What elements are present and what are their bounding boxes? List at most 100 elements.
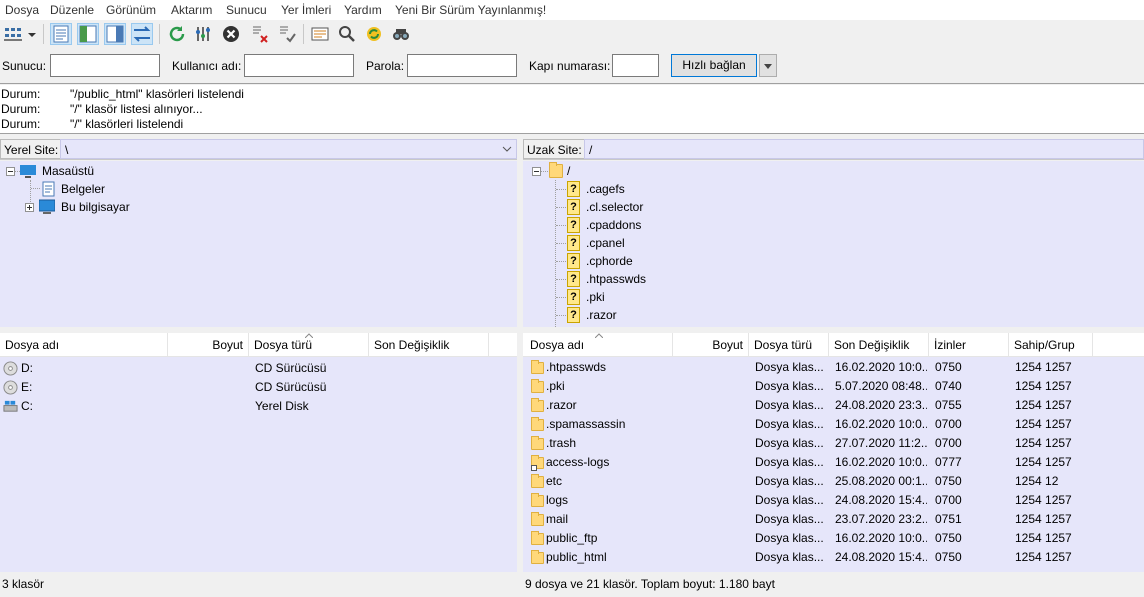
menu-bookmarks[interactable]: Yer İmleri <box>281 3 331 17</box>
port-input[interactable] <box>612 54 659 77</box>
tree-line <box>556 243 566 244</box>
table-row[interactable]: public_html Dosya klas... 24.08.2020 15:4.… <box>523 548 1144 567</box>
search-icon[interactable] <box>390 23 412 45</box>
folder-icon <box>549 162 563 178</box>
menu-new-version[interactable]: Yeni Bir Sürüm Yayınlanmış! <box>395 3 546 17</box>
cell-owner-group: 1254 1257 <box>1015 360 1072 374</box>
message-log: Durum: "/public_html" klasörleri listele… <box>0 85 1144 134</box>
local-file-list: D: CD Sürücüsü E: CD Sürücüsü C: Yerel Disk <box>0 357 517 572</box>
cell-modified: 24.08.2020 15:4... <box>835 493 927 507</box>
expand-toggle[interactable] <box>25 203 34 212</box>
cell-filetype: Dosya klas... <box>755 436 824 450</box>
tree-item-label: .cphorde <box>586 254 633 268</box>
column-modified[interactable]: Son Değişiklik <box>369 333 489 357</box>
table-row[interactable]: E: CD Sürücüsü <box>0 378 517 397</box>
unknown-folder-icon: ? <box>567 199 580 215</box>
local-tree: Masaüstü Belgeler Bu bilgisayar <box>0 161 517 327</box>
cell-permissions: 0755 <box>935 398 962 412</box>
cancel-icon[interactable] <box>220 23 242 45</box>
host-input[interactable] <box>50 54 160 77</box>
toggle-log-icon[interactable] <box>50 23 72 45</box>
column-owner-group[interactable]: Sahip/Grup <box>1009 333 1093 357</box>
column-size[interactable]: Boyut <box>168 333 249 357</box>
table-row[interactable]: public_ftp Dosya klas... 16.02.2020 10:0..… <box>523 529 1144 548</box>
sync-browse-icon[interactable] <box>363 23 385 45</box>
menu-file[interactable]: Dosya <box>5 3 39 17</box>
cell-filename: access-logs <box>546 455 610 469</box>
table-row[interactable]: access-logs Dosya klas... 16.02.2020 10:0.… <box>523 453 1144 472</box>
chevron-down-icon[interactable] <box>502 146 512 152</box>
tree-line <box>556 261 566 262</box>
column-permissions[interactable]: İzinler <box>929 333 1009 357</box>
local-site-bar: Yerel Site: \ <box>0 138 517 160</box>
tree-item-label: .pki <box>586 290 605 304</box>
column-modified[interactable]: Son Değişiklik <box>829 333 929 357</box>
table-row[interactable]: .razor Dosya klas... 24.08.2020 23:3... 075… <box>523 396 1144 415</box>
process-queue-icon[interactable] <box>193 23 215 45</box>
table-row[interactable]: D: CD Sürücüsü <box>0 359 517 378</box>
cell-filetype: Dosya klas... <box>755 417 824 431</box>
cell-modified <box>375 378 487 397</box>
column-filetype[interactable]: Dosya türü <box>749 333 829 357</box>
table-row[interactable]: logs Dosya klas... 24.08.2020 15:4... 0700 1… <box>523 491 1144 510</box>
menu-view[interactable]: Görünüm <box>106 3 156 17</box>
host-label: Sunucu: <box>2 59 47 73</box>
compare-icon[interactable] <box>336 23 358 45</box>
tree-item-label: .cl.selector <box>586 200 644 214</box>
menu-edit[interactable]: Düzenle <box>50 3 94 17</box>
refresh-icon[interactable] <box>166 23 188 45</box>
table-row[interactable]: .spamassassin Dosya klas... 16.02.2020 10:… <box>523 415 1144 434</box>
tree-item-label: .htpasswds <box>586 272 647 286</box>
column-size[interactable]: Boyut <box>673 333 749 357</box>
local-path-input[interactable]: \ <box>60 139 517 159</box>
cell-modified: 27.07.2020 11:2... <box>835 436 927 450</box>
quickconnect-dropdown-icon[interactable] <box>759 54 777 77</box>
cell-filename: mail <box>546 512 569 526</box>
folder-icon <box>531 493 544 507</box>
tree-line <box>556 189 566 190</box>
dropdown-arrow-icon[interactable] <box>25 23 39 45</box>
toggle-local-tree-icon[interactable] <box>77 23 99 45</box>
remote-path-input[interactable]: / <box>584 139 1144 159</box>
collapse-toggle[interactable] <box>6 167 15 176</box>
table-row[interactable]: mail Dosya klas... 23.07.2020 23:2... 0751 1… <box>523 510 1144 529</box>
cell-modified: 16.02.2020 10:0... <box>835 455 927 469</box>
log-key: Durum: <box>1 102 41 116</box>
menu-transfer[interactable]: Aktarım <box>171 3 212 17</box>
cell-permissions: 0700 <box>935 436 962 450</box>
tree-line <box>555 180 556 327</box>
remote-file-list: .htpasswds Dosya klas... 16.02.2020 10:0..… <box>523 357 1144 572</box>
table-row[interactable]: C: Yerel Disk <box>0 397 517 416</box>
collapse-toggle[interactable] <box>532 167 541 176</box>
disconnect-icon[interactable] <box>249 23 271 45</box>
toggle-queue-icon[interactable] <box>131 23 153 45</box>
cell-filetype: Dosya klas... <box>755 531 824 545</box>
username-input[interactable] <box>244 54 354 77</box>
table-row[interactable]: etc Dosya klas... 25.08.2020 00:1... 0750 12… <box>523 472 1144 491</box>
menu-help[interactable]: Yardım <box>344 3 382 17</box>
password-input[interactable] <box>407 54 517 77</box>
site-manager-icon[interactable] <box>2 23 24 45</box>
cell-size <box>673 491 744 510</box>
cell-filetype: Yerel Disk <box>255 399 309 413</box>
unknown-folder-icon: ? <box>567 253 580 269</box>
computer-icon <box>39 199 55 214</box>
quickconnect-bar: Sunucu: Kullanıcı adı: Parola: Kapı numa… <box>0 48 1144 84</box>
table-row[interactable]: .pki Dosya klas... 5.07.2020 08:48... 0740 1… <box>523 377 1144 396</box>
filter-icon[interactable] <box>309 23 331 45</box>
tree-item-label: / <box>567 164 571 178</box>
table-row[interactable]: .htpasswds Dosya klas... 16.02.2020 10:0..… <box>523 358 1144 377</box>
table-row[interactable]: .trash Dosya klas... 27.07.2020 11:2... 070… <box>523 434 1144 453</box>
cell-permissions: 0700 <box>935 417 962 431</box>
cell-size <box>168 359 244 378</box>
cell-size <box>673 453 744 472</box>
tree-line <box>556 207 566 208</box>
column-filename[interactable]: Dosya adı <box>0 333 168 357</box>
folder-icon <box>531 474 544 488</box>
quickconnect-button[interactable]: Hızlı bağlan <box>671 54 757 77</box>
reconnect-icon[interactable] <box>276 23 298 45</box>
menu-server[interactable]: Sunucu <box>226 3 267 17</box>
cell-filetype: Dosya klas... <box>755 360 824 374</box>
cell-owner-group: 1254 1257 <box>1015 417 1072 431</box>
toggle-remote-tree-icon[interactable] <box>104 23 126 45</box>
